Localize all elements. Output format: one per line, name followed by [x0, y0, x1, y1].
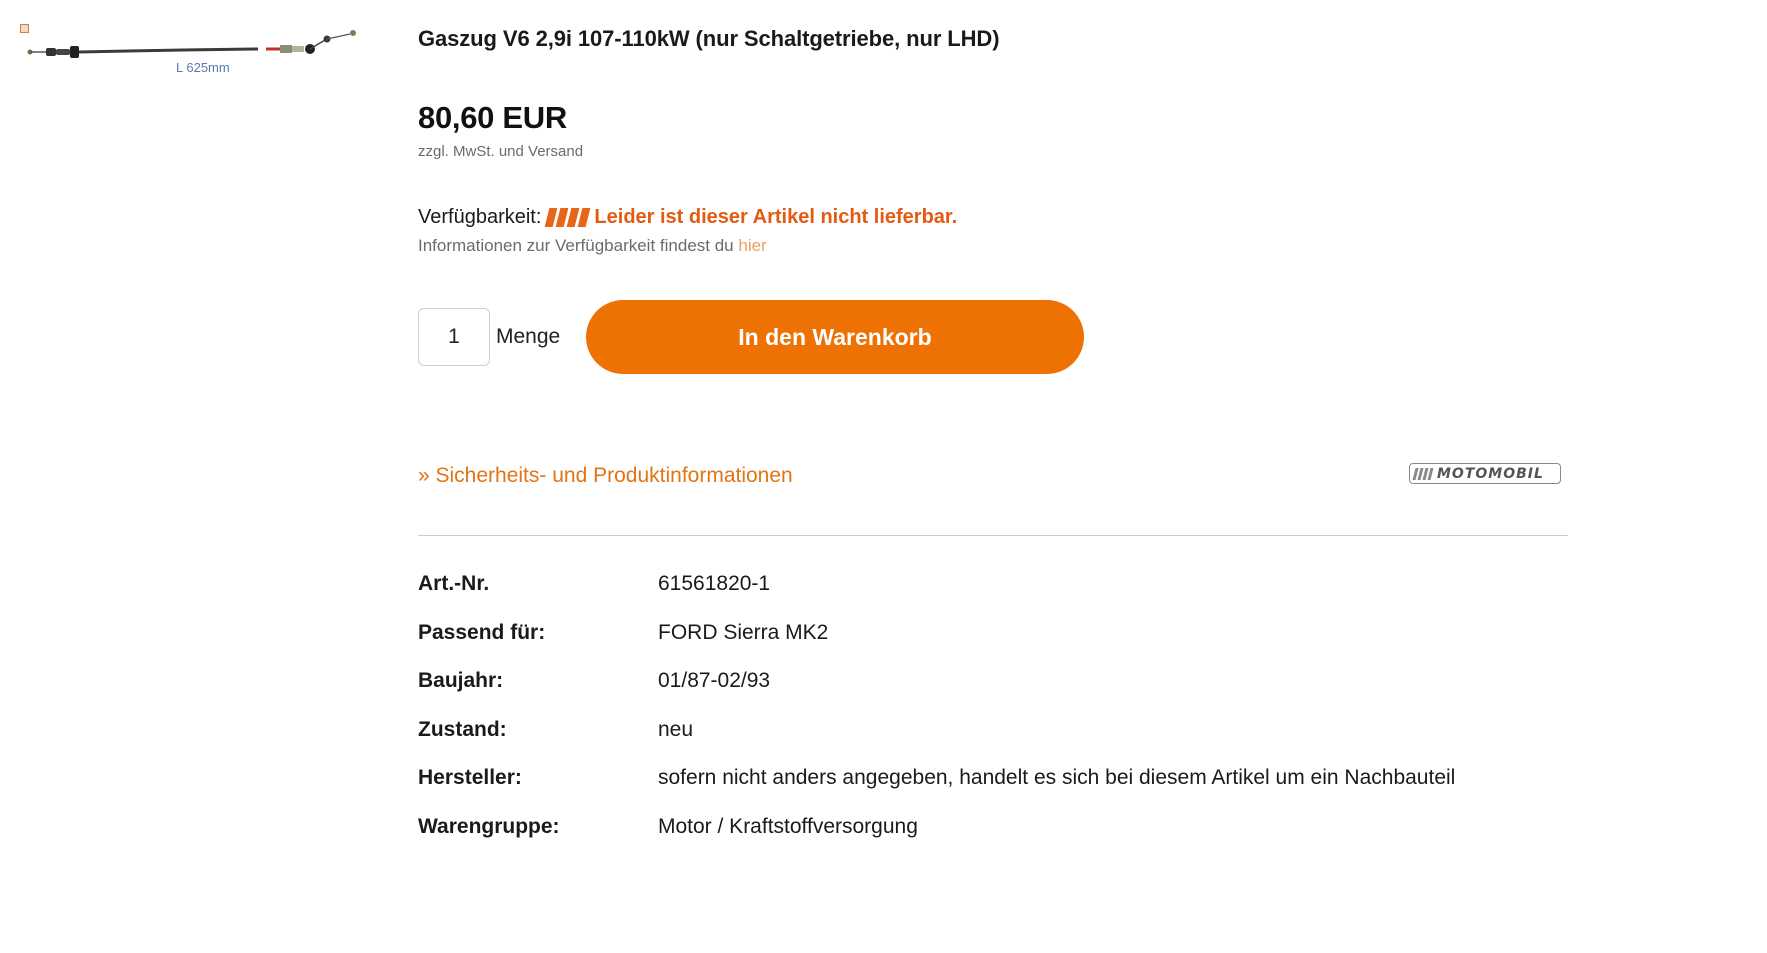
spec-label: Passend für: [418, 621, 546, 644]
availability-info-text: Informationen zur Verfügbarkeit findest … [418, 236, 734, 255]
spec-label: Baujahr: [418, 669, 504, 692]
safety-info-link[interactable]: » Sicherheits- und Produktinformationen [418, 464, 793, 488]
spec-label: Zustand: [418, 718, 507, 741]
zoom-icon[interactable] [20, 24, 29, 33]
spec-value: 61561820-1 [658, 572, 771, 595]
brand-logo-text: MOTOMOBIL [1437, 465, 1544, 482]
spec-value: FORD Sierra MK2 [658, 621, 829, 644]
spec-label: Art.-Nr. [418, 572, 490, 595]
divider [418, 535, 1568, 536]
product-price: 80,60 EUR [418, 100, 567, 135]
stock-status-icon [545, 208, 591, 227]
availability-info-link[interactable]: hier [738, 236, 766, 255]
add-to-cart-button[interactable]: In den Warenkorb [586, 300, 1084, 374]
spec-value: 01/87-02/93 [658, 669, 771, 692]
price-note: zzgl. MwSt. und Versand [418, 143, 584, 160]
spec-value: sofern nicht anders angegeben, handelt e… [658, 766, 1456, 789]
spec-value: neu [658, 718, 694, 741]
image-caption: L 625mm [176, 60, 230, 75]
availability-label: Verfügbarkeit: [418, 206, 542, 228]
product-image[interactable]: L 625mm [18, 20, 363, 82]
availability: Verfügbarkeit: Leider ist dieser Artikel… [418, 206, 957, 229]
availability-status: Leider ist dieser Artikel nicht lieferba… [594, 206, 958, 228]
availability-info: Informationen zur Verfügbarkeit findest … [418, 236, 767, 256]
spec-label: Hersteller: [418, 766, 522, 789]
spec-label: Warengruppe: [418, 815, 560, 838]
spec-value: Motor / Kraftstoffversorgung [658, 815, 918, 838]
brand-logo: MOTOMOBIL [1409, 463, 1561, 484]
product-title: Gaszug V6 2,9i 107-110kW (nur Schaltgetr… [418, 26, 1000, 51]
quantity-input[interactable]: 1 [418, 308, 490, 366]
quantity-label: Menge [496, 325, 561, 348]
